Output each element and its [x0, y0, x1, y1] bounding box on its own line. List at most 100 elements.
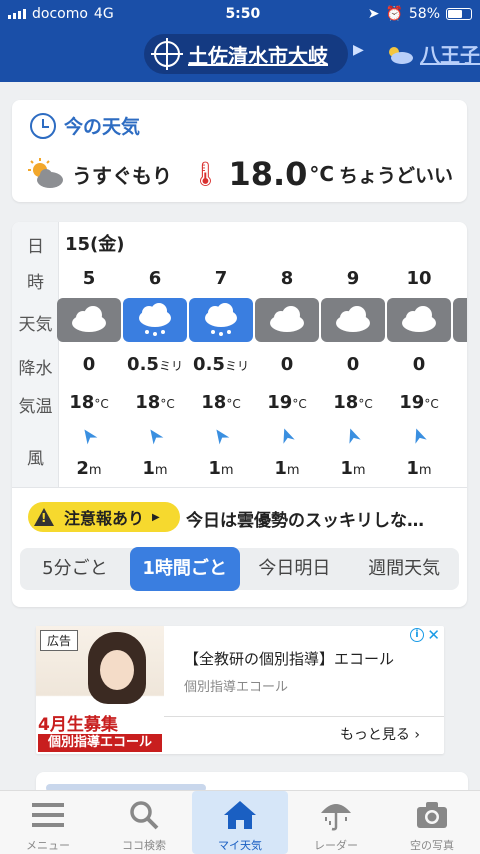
temp-unit: °C [358, 397, 373, 411]
tab-weekly[interactable]: 週間天気 [349, 548, 459, 590]
tab-today-tomorrow[interactable]: 今日明日 [240, 548, 350, 590]
precip-amount: 0 [82, 354, 96, 375]
tab-label: メニュー [26, 839, 70, 852]
rain-cloud-icon [123, 298, 187, 342]
ad-banner-brand: 個別指導エコール [38, 734, 162, 752]
tab-my-weather[interactable]: マイ天気 [192, 791, 288, 854]
warning-text[interactable]: 今日は雲優勢のスッキリしな… [186, 506, 424, 531]
current-temperature: 18.0 [228, 155, 308, 193]
temp-value: 19°C [384, 392, 454, 413]
row-label-day: 日 [27, 237, 44, 257]
target-icon [151, 38, 183, 70]
temp-unit: °C [94, 397, 109, 411]
tab-label: ココ検索 [122, 839, 166, 852]
tab-search[interactable]: ココ検索 [96, 791, 192, 854]
ad-banner[interactable]: 広告 4月生募集 個別指導エコール 【全教研の個別指導】エコール 個別指導エコー… [36, 626, 444, 754]
temp-amount: 19 [267, 392, 293, 413]
current-location-button[interactable]: 土佐清水市大岐 [144, 34, 348, 74]
rain-cloud-icon [189, 298, 253, 342]
ad-person-image [88, 632, 146, 704]
ad-close-icon[interactable]: ✕ [427, 626, 440, 644]
chevron-right-icon: ▶ [152, 511, 160, 523]
temp-value: 18°C [54, 392, 124, 413]
tab-radar[interactable]: レーダー [288, 791, 384, 854]
wind-amount: 1 [208, 458, 221, 479]
temp-amount: 19 [399, 392, 425, 413]
precip-value: 0 [318, 354, 388, 375]
wind-amount: 1 [142, 458, 155, 479]
clock-time: 5:50 [225, 6, 261, 22]
precip-amount: 0.5 [127, 354, 159, 375]
temp-value: 18°C [186, 392, 256, 413]
hour-label: 9 [346, 268, 360, 289]
tab-label: マイ天気 [218, 839, 262, 852]
tab-5min[interactable]: 5分ごと [20, 548, 130, 590]
ad-label: 広告 [40, 630, 79, 651]
wind-direction-icon [343, 426, 363, 446]
forecast-date: 15(金) [65, 234, 125, 255]
next-location-name: 八王子 [420, 43, 480, 67]
temperature-unit: °C [309, 162, 335, 186]
current-weather-card[interactable]: 今の天気 うすぐもり 🌡 18.0 °C ちょうどいい [12, 100, 467, 202]
wind-direction-icon [277, 426, 297, 446]
wind-direction-icon [79, 426, 99, 446]
tab-sky-photos[interactable]: 空の写真 [384, 791, 480, 854]
ad-more-label: もっと見る [339, 727, 410, 743]
location-arrow-icon: ➤ [367, 6, 380, 22]
ad-more-button[interactable]: もっと見る › [164, 716, 444, 752]
warning-badge-label: 注意報あり [64, 509, 145, 528]
precip-amount: 0 [412, 354, 426, 375]
location-header: 土佐清水市大岐 ▶ 八王子 [0, 28, 480, 82]
wind-speed: 1m [188, 458, 254, 479]
wind-unit: m [286, 463, 300, 478]
wind-unit: m [154, 463, 168, 478]
row-label-temp: 気温 [18, 397, 53, 417]
wind-direction-icon [409, 426, 429, 446]
ad-subtitle: 個別指導エコール [184, 680, 289, 695]
cloud-icon [57, 298, 121, 342]
search-icon [96, 797, 192, 833]
chevron-right-icon: › [409, 727, 420, 743]
next-location-link[interactable]: 八王子 [384, 39, 480, 68]
wind-speed: 1m [320, 458, 386, 479]
hour-label: 8 [280, 268, 294, 289]
condition-text: うすぐもり [72, 163, 172, 188]
hour-label: 7 [214, 268, 228, 289]
battery-percent: 58% [408, 6, 440, 22]
feel-text: ちょうどいい [338, 164, 453, 187]
ad-banner-headline: 4月生募集 [38, 715, 118, 735]
ad-image[interactable]: 広告 4月生募集 個別指導エコール [36, 626, 164, 752]
sun-cloud-icon [389, 46, 413, 64]
tab-label: レーダー [314, 839, 358, 852]
camera-icon [384, 797, 480, 833]
signal-icon [8, 9, 26, 19]
menu-icon [0, 797, 96, 833]
status-bar: docomo 4G 5:50 ➤ ⏰ 58% [0, 0, 480, 28]
location-name: 土佐清水市大岐 [188, 43, 328, 68]
tab-hourly[interactable]: 1時間ごと [129, 547, 240, 591]
hourly-forecast-card: 日 時 天気 降水 気温 風 15(金) 5 0 18°C 2m 6 0.5ミリ 18°C 1… [12, 222, 467, 607]
tab-menu[interactable]: メニュー [0, 791, 96, 854]
precip-value: 0.5ミリ [120, 354, 190, 375]
hour-label: 5 [82, 268, 96, 289]
ad-info-icon[interactable]: i [410, 628, 424, 642]
temp-value: 19°C [252, 392, 322, 413]
sun-cloud-icon [28, 158, 63, 188]
cloud-icon [321, 298, 385, 342]
precip-amount: 0 [346, 354, 360, 375]
warning-badge[interactable]: 注意報あり ▶ [28, 502, 180, 532]
wind-speed: 1m [254, 458, 320, 479]
precip-unit: ミリ [224, 359, 249, 373]
wind-speed: 1m [386, 458, 452, 479]
hour-label: 10 [406, 268, 432, 289]
row-labels: 日 時 天気 降水 気温 風 [12, 222, 59, 487]
radar-icon [288, 797, 384, 833]
precip-unit: ミリ [158, 359, 183, 373]
hour-label: 6 [148, 268, 162, 289]
temp-unit: °C [424, 397, 439, 411]
temp-value: 18°C [120, 392, 190, 413]
precip-amount: 0 [280, 354, 294, 375]
precip-amount: 0.5 [193, 354, 225, 375]
ad-title[interactable]: 【全教研の個別指導】エコール [184, 648, 394, 669]
wind-unit: m [220, 463, 234, 478]
